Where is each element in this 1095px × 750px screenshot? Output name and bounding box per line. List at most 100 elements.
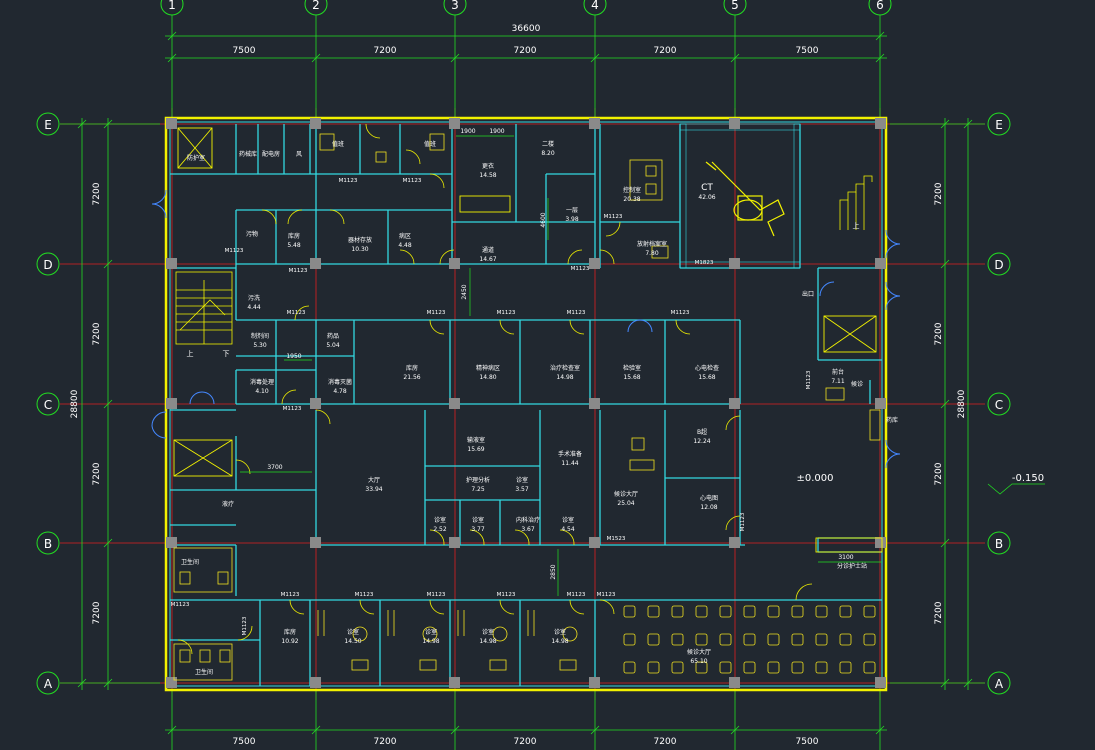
door-tag: M1123 [567,592,586,598]
seat [695,605,708,618]
dim-label: 1900 [460,128,475,135]
room-area: 5.48 [287,242,301,249]
seat [815,605,828,618]
axis-row-label: B [995,537,1003,551]
axis-row-label: A [995,677,1004,691]
room-area: 4.44 [247,304,261,311]
door-tag: M1523 [607,536,626,542]
seat [815,633,828,646]
door-tag: M1123 [427,592,446,598]
span-dim: 7500 [796,46,819,56]
seat [743,605,756,618]
room-name: 值班 [332,140,344,148]
axis-col-label: 1 [168,0,176,12]
seat [863,661,876,674]
room-name: 诊室 [516,476,528,484]
room-area: 4.48 [398,242,412,249]
stair-label: 上 [853,221,860,230]
floor-plan: 1 2 3 4 5 6 E D C B A E D C B A 36600 75… [36,0,1045,750]
axis-col-label: 3 [451,0,459,12]
axis-row-label: E [44,118,52,132]
room-name: 药库 [886,416,898,424]
room-area: 14.98 [422,638,439,645]
room-area: 21.56 [403,374,420,381]
room-area: 20.38 [623,196,640,203]
room-area: 65.10 [690,658,707,665]
room-name: 手术准备 [558,450,582,458]
room-name: 控制室 [623,186,641,194]
room-area: 8.20 [541,150,555,157]
room-name: 防护室 [187,154,205,162]
dim-label: 2450 [461,284,468,299]
overall-height: 28800 [957,389,967,418]
seating [623,605,876,674]
seat [767,633,780,646]
room-area: 2.52 [433,526,447,533]
door-tag: M1123 [355,592,374,598]
room-area: 3.98 [565,216,579,223]
door-tag: M1123 [287,310,306,316]
seat [623,661,636,674]
room-name: 值班 [424,140,436,148]
dim-label: 3100 [838,554,853,561]
room-name: 检验室 [623,364,641,372]
seat [671,605,684,618]
room-area: 12.24 [693,438,710,445]
room-area: 14.98 [556,374,573,381]
room-name: 病区 [399,232,411,240]
door-tag: M1123 [604,214,623,220]
room-name: 库房 [284,628,296,636]
span-dim: 7200 [374,737,397,747]
side-dim: 7200 [934,182,944,205]
room-name: 心电检查 [695,364,719,372]
axis-row-label: A [44,677,53,691]
axis-col-label: 6 [876,0,884,12]
room-area: 10.92 [281,638,298,645]
ct-scanner [705,161,785,237]
axis-row-label: C [44,398,52,412]
seat [743,633,756,646]
door-tag: M1123 [403,178,422,184]
seat [647,633,660,646]
room-name: 候诊大厅 [687,648,711,656]
door-tag: M1123 [497,592,516,598]
level-floor: ±0.000 [796,473,833,484]
level-outside: -0.150 [1012,473,1044,484]
room-name: 诊室 [425,628,437,636]
room-name: 制剂间 [251,332,269,340]
fixtures [173,133,881,681]
room-name: 心电图 [700,494,718,502]
seat [719,633,732,646]
room-name: 一层 [566,207,578,214]
axis-row-label: D [43,258,52,272]
room-area: 4.54 [561,526,575,533]
seat [863,633,876,646]
room-name: 诊室 [482,628,494,636]
room-name: 药品 [327,332,339,340]
room-name: 药械库 [239,150,257,158]
room-area: 14.98 [551,638,568,645]
room-name: 液疗 [222,500,234,508]
axis-col-label: 5 [731,0,739,12]
room-name: 诊室 [562,516,574,524]
door-tag: M1123 [281,592,300,598]
door-tag: M1123 [571,266,590,272]
room-name: 诊室 [472,516,484,524]
span-dim: 7500 [233,737,256,747]
overall-height: 28800 [70,389,80,418]
seat [671,661,684,674]
door-tag: M1123 [171,602,190,608]
door-tag: M1123 [283,406,302,412]
room-area: 12.08 [700,504,717,511]
span-dim: 7200 [654,737,677,747]
room-name: 消毒处理 [250,378,274,386]
room-area: 7.11 [831,378,845,385]
room-area: 14.50 [344,638,361,645]
room-area: 25.04 [617,500,634,507]
room-name: 前台 [832,368,844,376]
room-name: 放射档案室 [637,240,667,248]
door-tag: M1123 [242,616,248,635]
seat [839,605,852,618]
room-name: B超 [697,428,707,436]
room-name: 风 [296,151,302,158]
